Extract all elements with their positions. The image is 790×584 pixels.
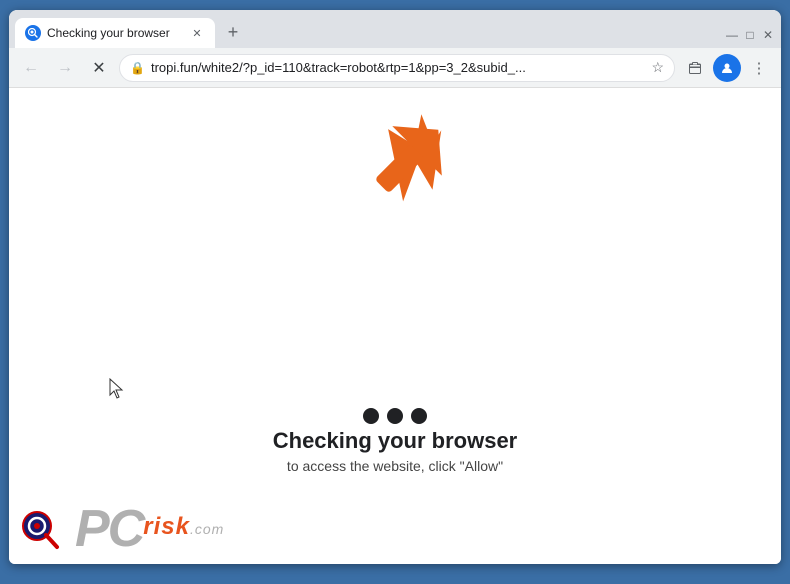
tab-title: Checking your browser xyxy=(47,26,183,40)
maximize-button[interactable]: □ xyxy=(743,28,757,42)
back-button[interactable]: ← xyxy=(17,54,45,82)
tab-favicon xyxy=(25,25,41,41)
page-subtext: to access the website, click "Allow" xyxy=(273,458,518,474)
watermark: PC risk.com xyxy=(9,494,279,564)
pcrisk-logo: PC risk.com xyxy=(75,503,224,555)
toolbar-icons: ⋮ xyxy=(681,54,773,82)
pcrisk-icon xyxy=(17,504,67,554)
bookmark-icon[interactable]: ☆ xyxy=(651,59,664,76)
title-bar: Checking your browser ✕ + — □ ✕ xyxy=(9,10,781,48)
extensions-button[interactable] xyxy=(681,54,709,82)
toolbar: ← → ✕ 🔒 tropi.fun/white2/?p_id=110&track… xyxy=(9,48,781,88)
browser-tab[interactable]: Checking your browser ✕ xyxy=(15,18,215,48)
window-controls: — □ ✕ xyxy=(725,28,775,42)
reload-button[interactable]: ✕ xyxy=(85,54,113,82)
lock-icon: 🔒 xyxy=(130,61,145,75)
menu-button[interactable]: ⋮ xyxy=(745,54,773,82)
minimize-button[interactable]: — xyxy=(725,28,739,42)
browser-window: Checking your browser ✕ + — □ ✕ ← → ✕ 🔒 … xyxy=(9,10,781,564)
pc-text: PC xyxy=(75,503,143,555)
close-button[interactable]: ✕ xyxy=(761,28,775,42)
url-text: tropi.fun/white2/?p_id=110&track=robot&r… xyxy=(151,60,645,75)
dot-1 xyxy=(363,408,379,424)
check-message: Checking your browser to access the webs… xyxy=(273,428,518,474)
risk-text: risk.com xyxy=(143,515,224,539)
address-bar[interactable]: 🔒 tropi.fun/white2/?p_id=110&track=robot… xyxy=(119,54,675,82)
dot-2 xyxy=(387,408,403,424)
profile-button[interactable] xyxy=(713,54,741,82)
orange-arrow xyxy=(365,108,455,213)
loading-dots xyxy=(363,408,427,424)
page-heading: Checking your browser xyxy=(273,428,518,454)
page-content: Checking your browser to access the webs… xyxy=(9,88,781,564)
forward-button[interactable]: → xyxy=(51,54,79,82)
dot-3 xyxy=(411,408,427,424)
tab-close-button[interactable]: ✕ xyxy=(189,25,205,41)
new-tab-button[interactable]: + xyxy=(219,18,247,46)
